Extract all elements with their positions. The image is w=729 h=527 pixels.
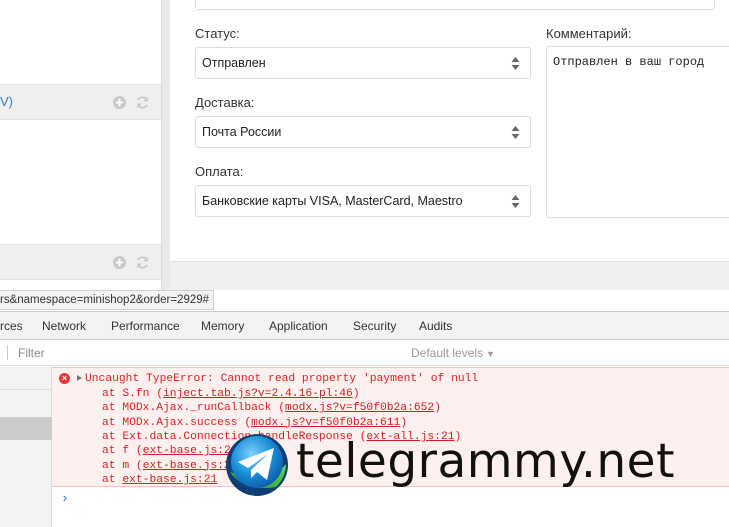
stack-frame-suffix: ) bbox=[434, 402, 441, 415]
payment-select[interactable]: Банковские карты VISA, MasterCard, Maest… bbox=[195, 185, 531, 217]
stack-frame-link[interactable]: ext-base.js:21 bbox=[143, 460, 238, 472]
stack-frame: at ext-base.js:21 bbox=[102, 473, 217, 487]
left-panel-row-label: V) bbox=[0, 94, 13, 109]
admin-app: V) Статус: Отправлен Доставка: Почта Рос… bbox=[0, 0, 729, 290]
select-arrows-icon bbox=[511, 57, 520, 70]
stack-frame: at f (ext-base.js:21) bbox=[102, 444, 244, 458]
stack-frame-suffix: ) bbox=[352, 388, 360, 400]
expand-triangle-icon[interactable] bbox=[77, 375, 82, 381]
console-prompt[interactable]: › bbox=[61, 491, 69, 506]
stack-frame-prefix: at S.fn ( bbox=[102, 388, 164, 400]
stack-frame: at S.fn (inject.tab.js?v=2.4.16-pl:46) bbox=[102, 387, 360, 401]
caret-down-icon: ▼ bbox=[486, 349, 495, 359]
stack-frame-prefix: at bbox=[102, 473, 123, 486]
payment-value: Банковские карты VISA, MasterCard, Maest… bbox=[202, 194, 463, 208]
log-levels-dropdown[interactable]: Default levels ▼ bbox=[411, 346, 495, 360]
console-output: × Uncaught TypeError: Cannot read proper… bbox=[52, 367, 729, 527]
payment-label: Оплата: bbox=[195, 164, 244, 179]
comment-label: Комментарий: bbox=[546, 26, 632, 41]
error-icon: × bbox=[59, 373, 70, 384]
plus-circle-icon[interactable] bbox=[112, 255, 127, 270]
tab-audits[interactable]: Audits bbox=[419, 319, 452, 333]
stack-frame-suffix: ) bbox=[237, 459, 245, 472]
tab-performance[interactable]: Performance bbox=[111, 319, 180, 333]
select-arrows-icon bbox=[511, 195, 520, 208]
sidebar-selected-item[interactable] bbox=[0, 417, 52, 440]
status-select[interactable]: Отправлен bbox=[195, 47, 531, 79]
devtools-tabbar: rces Network Performance Memory Applicat… bbox=[0, 312, 729, 340]
panel-divider bbox=[162, 0, 170, 290]
stack-frame-suffix: ) bbox=[400, 416, 408, 429]
tab-memory[interactable]: Memory bbox=[201, 319, 244, 333]
delivery-select[interactable]: Почта России bbox=[195, 116, 531, 148]
divider bbox=[0, 389, 52, 390]
left-panel: V) bbox=[0, 0, 162, 290]
comment-value: Отправлен в ваш город bbox=[553, 55, 705, 69]
refresh-icon[interactable] bbox=[135, 95, 150, 110]
select-arrows-icon bbox=[511, 126, 520, 139]
stack-frame-link[interactable]: ext-base.js:21 bbox=[143, 445, 238, 457]
stack-frame: at MODx.Ajax.success (modx.js?v=f50f0b2a… bbox=[102, 416, 407, 430]
stack-frame: at m (ext-base.js:21) bbox=[102, 459, 244, 473]
tab-network[interactable]: Network bbox=[42, 319, 86, 333]
console-error-message[interactable]: × Uncaught TypeError: Cannot read proper… bbox=[52, 367, 729, 487]
refresh-icon[interactable] bbox=[135, 255, 150, 270]
stack-frame-prefix: at Ext.data.Connection.handleResponse ( bbox=[102, 430, 367, 443]
stack-frame-prefix: at MODx.Ajax._runCallback ( bbox=[102, 402, 286, 415]
stack-frame-prefix: at m ( bbox=[102, 459, 143, 472]
tab-application[interactable]: Application bbox=[269, 319, 328, 333]
stack-frame-link[interactable]: inject.tab.js?v=2.4.16-pl:46 bbox=[163, 388, 353, 400]
error-message-text: Uncaught TypeError: Cannot read property… bbox=[85, 373, 479, 385]
console-filter-bar: Default levels▼ bbox=[0, 340, 729, 366]
comment-textarea[interactable]: Отправлен в ваш город bbox=[546, 46, 729, 218]
top-field[interactable] bbox=[195, 0, 715, 10]
stack-frame: at MODx.Ajax._runCallback (modx.js?v=f50… bbox=[102, 401, 441, 415]
left-panel-row[interactable]: V) bbox=[0, 84, 161, 120]
stack-frame-link[interactable]: ext-all.js:21 bbox=[366, 431, 454, 443]
status-label: Статус: bbox=[195, 26, 240, 41]
status-url-tooltip: rs&namespace=minishop2&order=2929# bbox=[0, 290, 215, 310]
order-form: Статус: Отправлен Доставка: Почта России… bbox=[170, 0, 729, 262]
plus-circle-icon[interactable] bbox=[112, 95, 127, 110]
tab-sources[interactable]: rces bbox=[0, 319, 23, 333]
log-levels-label: Default levels bbox=[411, 346, 484, 360]
stack-frame-link[interactable]: modx.js?v=f50f0b2a:611 bbox=[251, 417, 400, 429]
devtools-panel: rces Network Performance Memory Applicat… bbox=[0, 311, 729, 527]
left-panel-row[interactable] bbox=[0, 244, 161, 280]
form-footer-area bbox=[170, 263, 729, 290]
stack-frame-suffix: ) bbox=[454, 430, 462, 443]
tab-security[interactable]: Security bbox=[353, 319, 396, 333]
stack-frame: at Ext.data.Connection.handleResponse (e… bbox=[102, 430, 461, 444]
stack-frame-prefix: at f ( bbox=[102, 445, 143, 458]
delivery-value: Почта России bbox=[202, 125, 282, 139]
stack-frame-link[interactable]: ext-base.js:21 bbox=[122, 474, 217, 486]
stack-frame-prefix: at MODx.Ajax.success ( bbox=[102, 416, 252, 429]
status-value: Отправлен bbox=[202, 56, 266, 70]
console-sidebar bbox=[0, 367, 52, 527]
stack-frame-suffix: ) bbox=[237, 445, 245, 458]
delivery-label: Доставка: bbox=[195, 95, 255, 110]
filter-input[interactable] bbox=[12, 343, 404, 362]
divider bbox=[7, 345, 8, 360]
stack-frame-link[interactable]: modx.js?v=f50f0b2a:652 bbox=[285, 402, 434, 414]
